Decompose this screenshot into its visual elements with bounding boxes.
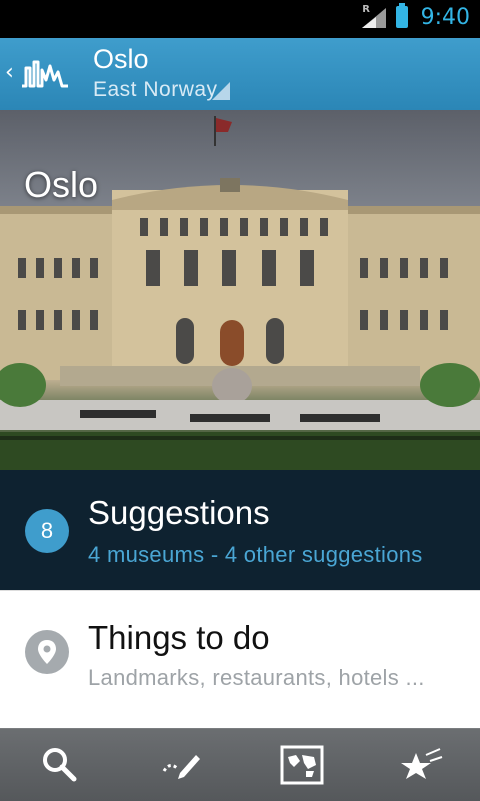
action-bar: ‹ Oslo East Norway [0, 38, 480, 112]
suggestions-row[interactable]: 8 Suggestions 4 museums - 4 other sugges… [0, 470, 480, 590]
map-button[interactable] [240, 729, 360, 801]
app-logo-icon[interactable] [20, 56, 70, 92]
page-title: Oslo [93, 44, 149, 74]
things-to-do-subtitle: Landmarks, restaurants, hotels ... [88, 665, 425, 690]
map-icon [280, 745, 324, 785]
status-bar: R 9:40 [0, 0, 480, 38]
things-to-do-title: Things to do [88, 619, 270, 656]
hero-title: Oslo [24, 164, 99, 205]
suggestions-subtitle: 4 museums - 4 other suggestions [88, 542, 423, 567]
suggestions-count-badge: 8 [25, 509, 69, 553]
signal-icon [362, 8, 386, 28]
list-item [0, 714, 480, 728]
search-icon [43, 748, 77, 782]
dropdown-triangle-icon [212, 82, 230, 100]
search-button[interactable] [0, 729, 120, 801]
battery-icon [396, 3, 408, 28]
things-to-do-row[interactable]: Things to do Landmarks, restaurants, hot… [0, 590, 480, 716]
back-chevron-icon[interactable]: ‹ [5, 60, 14, 85]
location-pin-icon [25, 630, 69, 674]
trip-planner-button[interactable] [120, 729, 240, 801]
favorites-button[interactable] [360, 729, 480, 801]
suggestions-title: Suggestions [88, 494, 270, 531]
clock: 9:40 [420, 5, 470, 30]
bottom-navigation [0, 728, 480, 801]
edit-icon [162, 755, 200, 779]
favorites-icon [401, 748, 443, 779]
hero-image: Oslo [0, 110, 480, 470]
region-subtitle: East Norway [93, 78, 218, 101]
